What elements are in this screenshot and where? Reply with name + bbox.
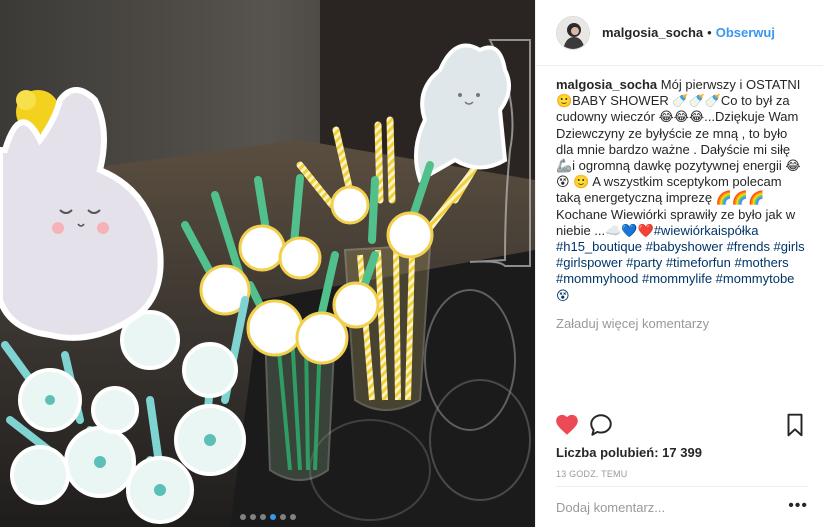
load-more-comments-button[interactable]: Załaduj więcej komentarzy: [556, 316, 808, 331]
separator-dot: •: [707, 25, 712, 40]
post-photo[interactable]: [0, 0, 535, 527]
carousel-indicator: [0, 514, 535, 520]
comments-section: malgosia_socha Mój pierwszy i OSTATNI 🙂B…: [556, 77, 808, 331]
carousel-dot: [289, 514, 296, 520]
caption-text: Mój pierwszy i OSTATNI 🙂BABY SHOWER 🍼🍼🍼C…: [556, 77, 801, 238]
avatar[interactable]: [556, 15, 590, 50]
comment-input[interactable]: [556, 499, 778, 515]
heart-icon[interactable]: [554, 412, 582, 440]
carousel-dot: [279, 514, 286, 520]
carousel-dot: [249, 514, 256, 520]
carousel-dot-active: [269, 514, 276, 520]
post-caption: malgosia_socha Mój pierwszy i OSTATNI 🙂B…: [556, 77, 808, 304]
instagram-post: malgosia_socha • Obserwuj malgosia_socha…: [0, 0, 823, 527]
party-straws-photo: [0, 0, 535, 527]
username-link[interactable]: malgosia_socha: [602, 25, 703, 40]
likes-count[interactable]: Liczba polubień: 17 399: [556, 445, 702, 460]
post-header: malgosia_socha • Obserwuj: [536, 0, 823, 66]
carousel-dot: [239, 514, 246, 520]
more-options-icon[interactable]: •••: [788, 498, 808, 514]
post-side-panel: malgosia_socha • Obserwuj malgosia_socha…: [535, 0, 823, 527]
post-actions: [554, 412, 810, 442]
add-comment-section: •••: [556, 486, 808, 527]
follow-button[interactable]: Obserwuj: [716, 25, 775, 40]
bookmark-icon[interactable]: [782, 412, 810, 440]
caption-username[interactable]: malgosia_socha: [556, 77, 657, 92]
post-timestamp[interactable]: 13 GODZ. TEMU: [556, 469, 627, 479]
comment-bubble-icon[interactable]: [588, 412, 616, 440]
carousel-dot: [259, 514, 266, 520]
